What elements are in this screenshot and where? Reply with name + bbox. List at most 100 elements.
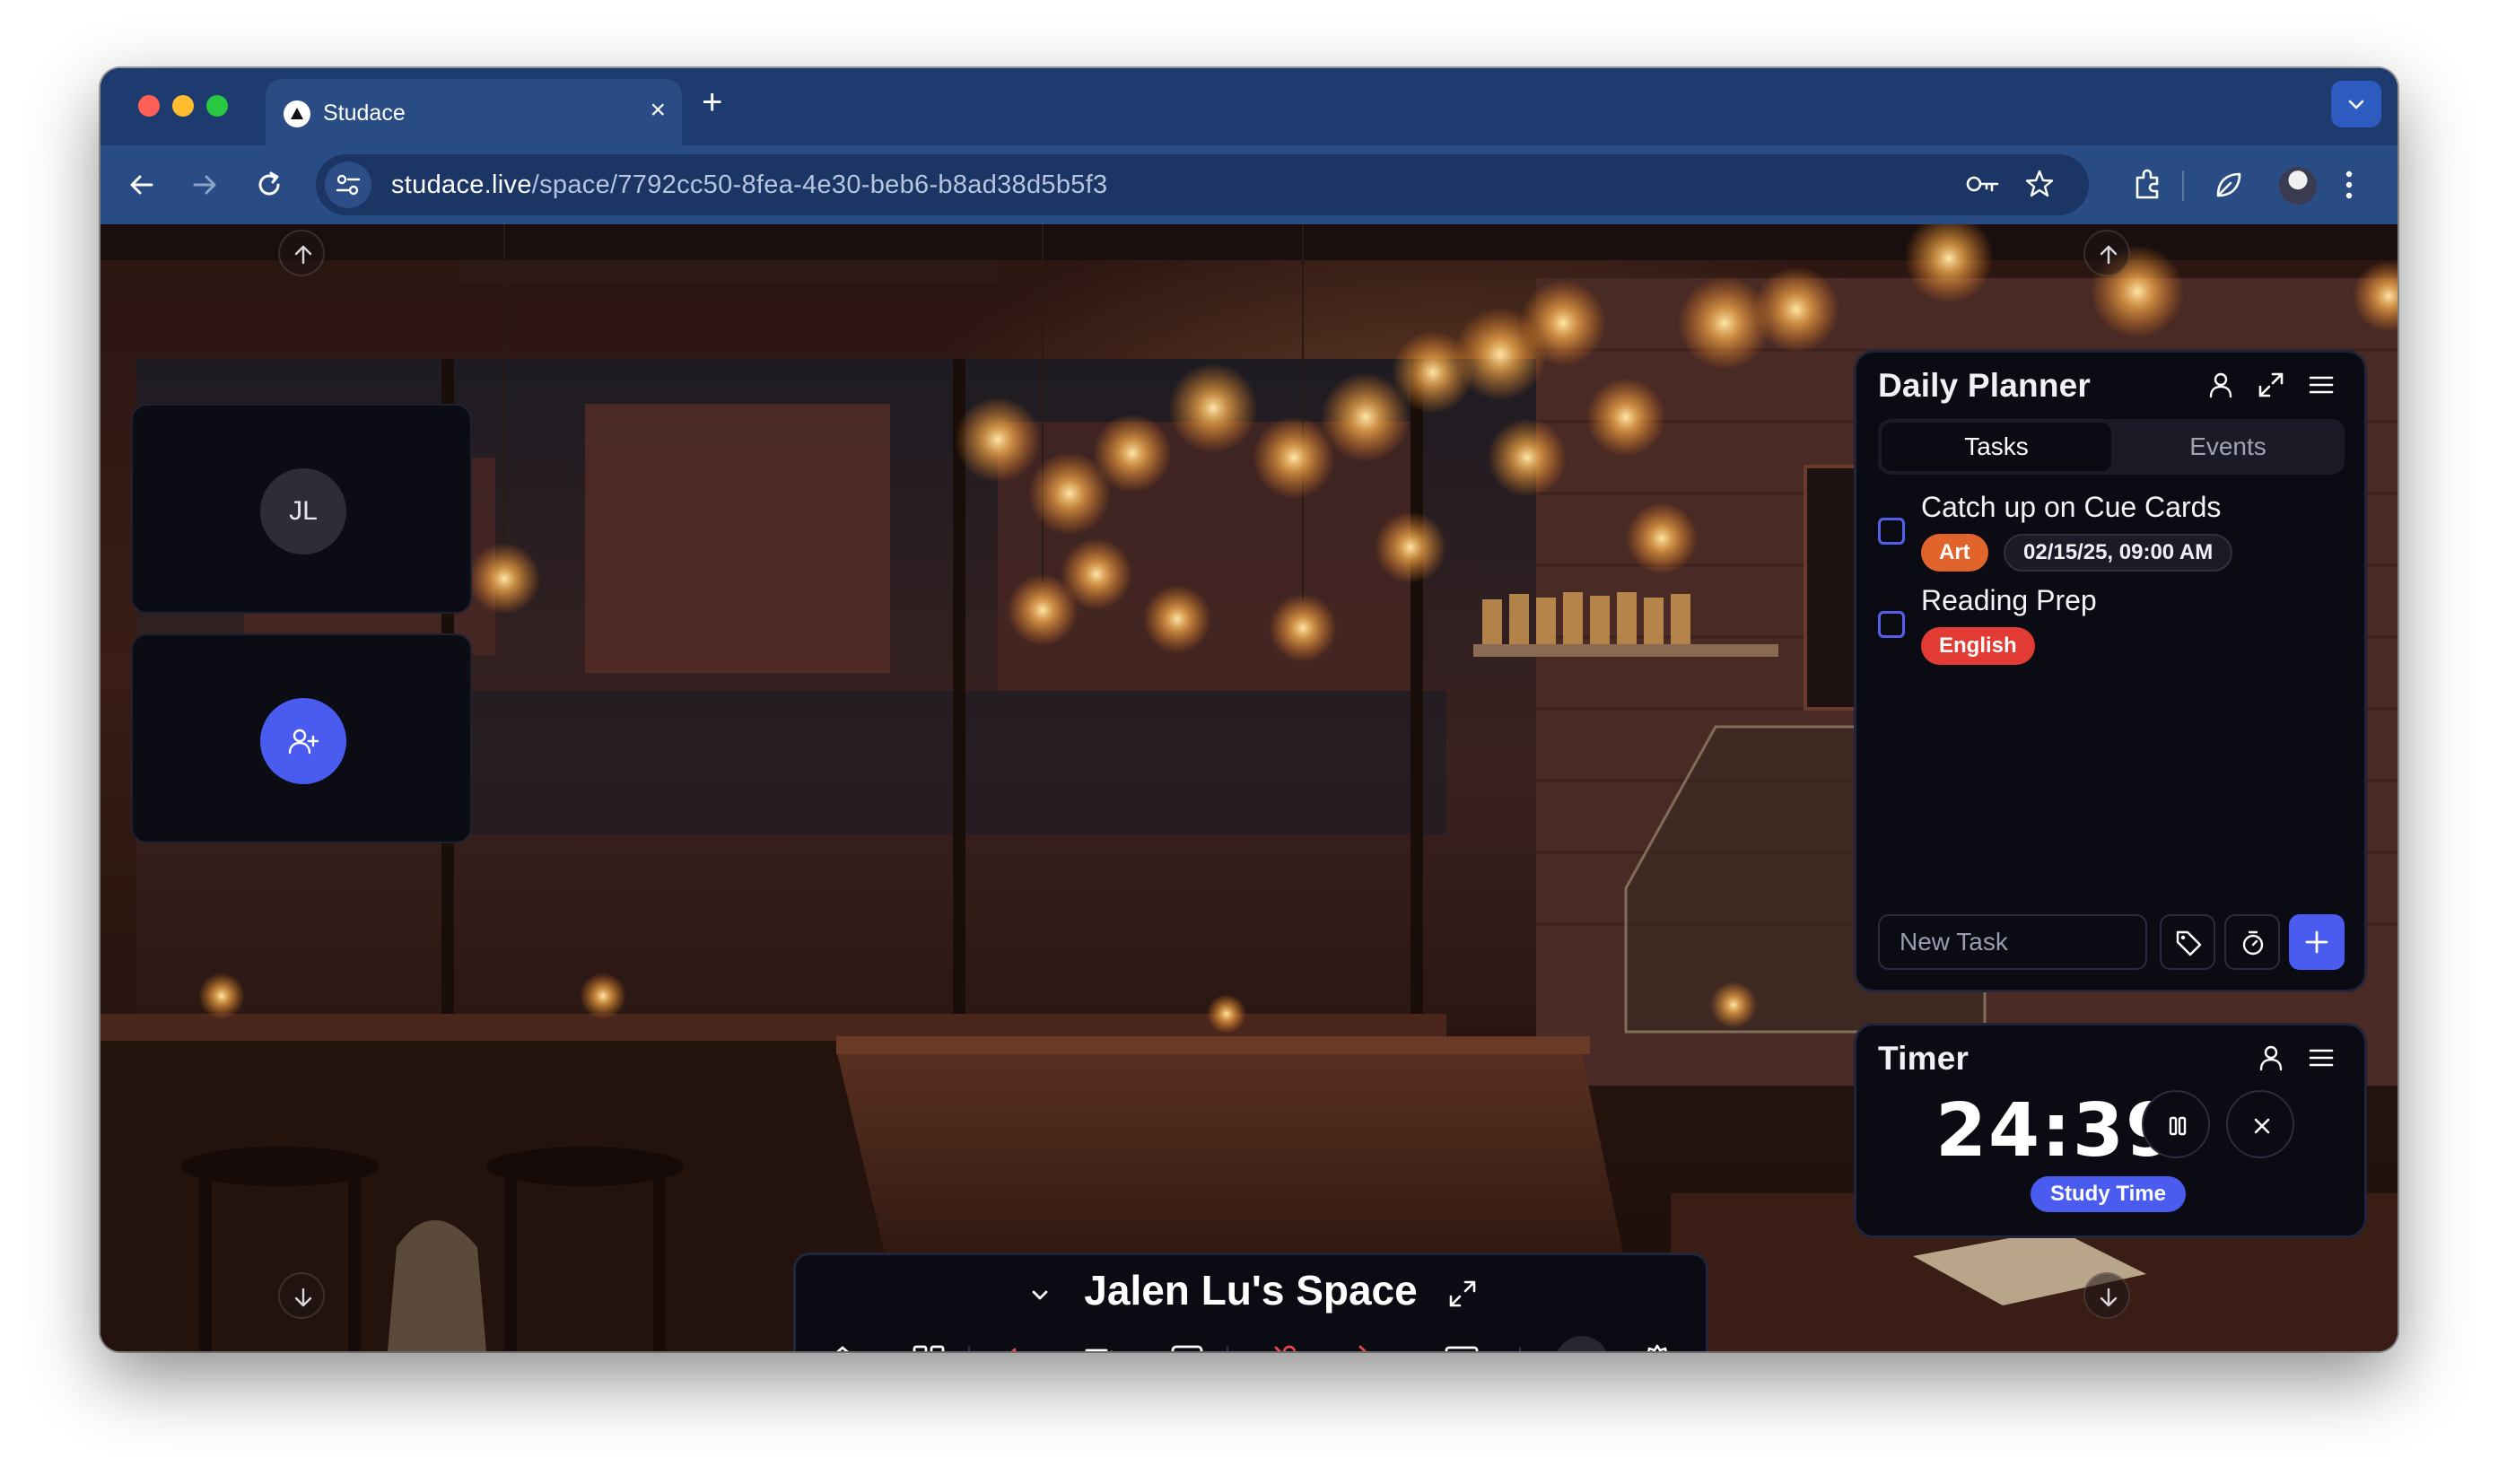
space-dock: Jalen Lu's Space [793, 1253, 1708, 1351]
dock-divider [1227, 1347, 1228, 1351]
more-vertical-icon[interactable] [2344, 167, 2354, 203]
close-window-button[interactable] [138, 95, 160, 117]
tab-studace[interactable]: Studace × [266, 79, 682, 145]
video-off-icon [1358, 1345, 1367, 1351]
add-task-button[interactable] [2289, 914, 2345, 970]
arrow-down-icon [294, 1288, 312, 1307]
url-path: /space/7792cc50-8fea-4e30-beb6-b8ad38d5b… [531, 170, 1108, 199]
tab-title: Studace [323, 100, 406, 126]
tab-events[interactable]: Events [2113, 423, 2343, 471]
dock-divider [968, 1347, 970, 1351]
timer-session-label[interactable]: Study Time [2031, 1176, 2186, 1212]
arrow-down-icon [2100, 1288, 2118, 1307]
task-tag: Art [1921, 534, 1988, 572]
url-domain: studace.live [391, 170, 532, 199]
grid-icon [913, 1345, 945, 1351]
chevron-down-icon [2348, 100, 2364, 109]
expand-icon[interactable] [1447, 1279, 1478, 1309]
scroll-down-right-button[interactable] [2083, 1272, 2130, 1319]
tune-icon [336, 174, 361, 196]
new-task-input[interactable]: New Task [1878, 914, 2147, 970]
toolbar-divider [2182, 170, 2184, 201]
extension-leaf-icon[interactable] [2211, 167, 2247, 203]
task-checkbox[interactable] [1878, 518, 1905, 545]
task-item: Catch up on Cue Cards Art 02/15/25, 09:0… [1878, 491, 2345, 575]
fullscreen-window-button[interactable] [206, 95, 228, 117]
profile-avatar[interactable] [2279, 167, 2317, 205]
menu-icon[interactable] [2307, 371, 2336, 399]
menu-icon[interactable] [2307, 1043, 2336, 1072]
reload-icon[interactable] [253, 169, 285, 201]
plus-icon [2305, 930, 2328, 954]
task-tag: English [1921, 627, 2035, 665]
playlist-music-icon [1085, 1349, 1113, 1351]
stop-timer-button[interactable] [2226, 1090, 2294, 1158]
bookmark-star-icon[interactable] [2024, 169, 2055, 199]
background-image-button[interactable] [1162, 1336, 1212, 1351]
daily-planner-panel: Daily Planner Tasks Events Catch up on C… [1854, 350, 2367, 992]
arrow-up-icon [294, 245, 312, 265]
tag-button[interactable] [2160, 914, 2215, 970]
task-checkbox[interactable] [1878, 611, 1905, 638]
participant-avatar: JL [260, 468, 346, 554]
scroll-down-left-button[interactable] [278, 1272, 325, 1319]
browser-toolbar: studace.live/space/7792cc50-8fea-4e30-be… [100, 145, 2398, 224]
person-icon[interactable] [2257, 1043, 2285, 1072]
task-item: Reading Prep English [1878, 584, 2345, 668]
settings-button[interactable] [1632, 1336, 1682, 1351]
music-playlist-button[interactable] [1076, 1336, 1126, 1351]
timer-title: Timer [1878, 1040, 1970, 1077]
new-tab-button[interactable]: + [702, 84, 722, 120]
tag-icon [2176, 930, 2202, 956]
scroll-up-left-button[interactable] [278, 230, 325, 276]
due-time-button[interactable] [2224, 914, 2280, 970]
back-arrow-icon[interactable] [126, 169, 158, 201]
dock-divider [1519, 1347, 1521, 1351]
invite-button[interactable] [260, 698, 346, 784]
invite-participant-tile[interactable] [131, 633, 472, 843]
user-avatar-button[interactable]: JL [1555, 1336, 1609, 1351]
space-title: Jalen Lu's Space [1084, 1267, 1418, 1314]
tab-search-button[interactable] [2331, 81, 2381, 127]
microphone-off-icon [1274, 1345, 1297, 1351]
extensions-puzzle-icon[interactable] [2130, 167, 2166, 203]
screen-share-icon [1445, 1346, 1479, 1351]
planner-tabs: Tasks Events [1878, 419, 2345, 475]
space-canvas: JL Daily Planner Tasks Events Catch up o… [100, 224, 2398, 1351]
task-title[interactable]: Catch up on Cue Cards [1921, 491, 2221, 524]
task-title[interactable]: Reading Prep [1921, 584, 2097, 617]
timer-panel: Timer 24:39 Study Time [1854, 1023, 2367, 1238]
planner-title: Daily Planner [1878, 367, 2092, 404]
volume-muted-icon [1010, 1348, 1017, 1351]
forward-arrow-icon[interactable] [188, 169, 221, 201]
stopwatch-icon [2242, 930, 2264, 956]
task-due-date: 02/15/25, 09:00 AM [2004, 534, 2233, 572]
site-info-button[interactable] [325, 161, 371, 208]
screen-share-button[interactable] [1437, 1336, 1487, 1351]
tab-strip: Studace × + [100, 68, 2398, 145]
studace-favicon-icon [284, 100, 310, 127]
gear-icon [1647, 1344, 1667, 1351]
address-bar[interactable]: studace.live/space/7792cc50-8fea-4e30-be… [316, 154, 2089, 215]
browser-window: Studace × + studace.live/space/7792cc50-… [100, 68, 2398, 1351]
pause-icon [2169, 1116, 2187, 1136]
pause-timer-button[interactable] [2142, 1090, 2210, 1158]
home-button[interactable] [817, 1336, 868, 1351]
participant-tile-self[interactable]: JL [131, 404, 472, 614]
url-text[interactable]: studace.live/space/7792cc50-8fea-4e30-be… [391, 170, 1108, 200]
minimize-window-button[interactable] [172, 95, 194, 117]
home-icon [836, 1346, 849, 1351]
user-plus-icon [288, 729, 319, 755]
sound-mute-button[interactable] [990, 1336, 1040, 1351]
microphone-toggle-button[interactable] [1264, 1336, 1315, 1351]
arrow-up-icon [2100, 245, 2118, 265]
image-icon [1171, 1345, 1203, 1351]
tab-close-icon[interactable]: × [650, 97, 666, 124]
person-icon[interactable] [2206, 371, 2235, 399]
tab-tasks[interactable]: Tasks [1882, 423, 2111, 471]
scroll-up-right-button[interactable] [2083, 230, 2130, 276]
key-icon[interactable] [1965, 170, 2001, 197]
camera-toggle-button[interactable] [1350, 1336, 1401, 1351]
widgets-button[interactable] [904, 1336, 954, 1351]
expand-icon[interactable] [2257, 371, 2285, 399]
